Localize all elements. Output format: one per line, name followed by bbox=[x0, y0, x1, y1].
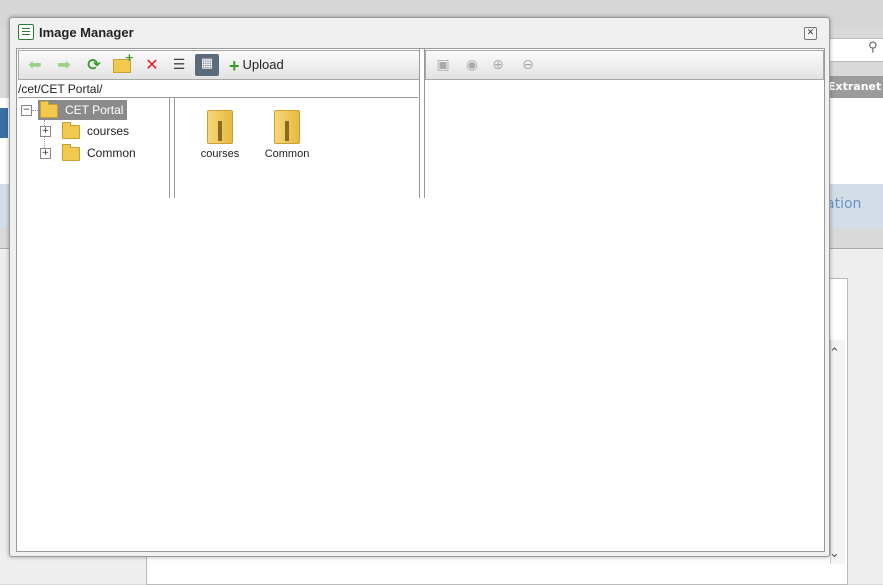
tree-item-label: CET Portal bbox=[65, 103, 124, 117]
actual-size-button[interactable]: ◉ bbox=[463, 56, 481, 74]
zoom-in-icon: ⊕ bbox=[492, 57, 504, 73]
background-nav-item: ation bbox=[826, 196, 862, 212]
delete-button[interactable]: ✕ bbox=[142, 55, 162, 75]
file-toolbar: ⬅ ➡ ⟳ + ✕ ☰ ▦ + Upload bbox=[18, 50, 420, 80]
new-folder-button[interactable]: + bbox=[112, 52, 134, 75]
tree-item-label: Common bbox=[87, 146, 136, 160]
forward-button[interactable]: ➡ bbox=[54, 55, 74, 75]
best-fit-button[interactable]: ▣ bbox=[434, 56, 452, 74]
grid-item-label: Common bbox=[264, 148, 310, 160]
zoom-out-button[interactable]: ⊖ bbox=[519, 56, 537, 74]
tree-item-courses[interactable]: courses bbox=[62, 121, 130, 140]
arrow-right-icon: ➡ bbox=[57, 55, 71, 74]
folder-icon bbox=[40, 100, 58, 118]
folder-icon bbox=[274, 110, 300, 144]
folder-icon bbox=[207, 110, 233, 144]
folder-tree: − CET Portal + courses + Common bbox=[18, 98, 170, 198]
grid-item-label: courses bbox=[200, 148, 240, 160]
plus-icon: + bbox=[229, 55, 240, 76]
zoom-in-button[interactable]: ⊕ bbox=[489, 56, 507, 74]
list-view-icon: ☰ bbox=[172, 57, 186, 73]
thumbnail-view-icon: ▦ bbox=[200, 56, 214, 71]
tree-item-label: courses bbox=[87, 124, 130, 138]
upload-label: Upload bbox=[242, 57, 284, 72]
tree-item-cet-portal[interactable]: CET Portal bbox=[38, 100, 128, 120]
refresh-button[interactable]: ⟳ bbox=[84, 55, 104, 75]
pane-divider-right bbox=[424, 49, 425, 198]
expand-toggle[interactable]: + bbox=[40, 126, 51, 137]
dialog-content: ⬅ ➡ ⟳ + ✕ ☰ ▦ + Upload ▣ ◉ ⊕ ⊖ /cet/CET … bbox=[16, 48, 825, 552]
folder-icon bbox=[62, 121, 80, 139]
preview-toolbar: ▣ ◉ ⊕ ⊖ bbox=[425, 50, 824, 80]
close-button[interactable]: ✕ bbox=[804, 27, 817, 40]
file-grid: courses Common bbox=[175, 98, 419, 198]
search-icon: ⚲ bbox=[868, 40, 878, 55]
dialog-title: Image Manager bbox=[39, 25, 134, 40]
fit-icon: ▣ bbox=[436, 57, 450, 73]
dialog-titlebar[interactable]: Image Manager ✕ bbox=[10, 18, 829, 46]
background-logo-fragment bbox=[0, 108, 8, 138]
delete-icon: ✕ bbox=[145, 55, 159, 74]
collapse-toggle[interactable]: − bbox=[21, 105, 32, 116]
grid-item-courses[interactable]: courses bbox=[190, 110, 250, 160]
background-scrollbar bbox=[830, 340, 845, 564]
back-button[interactable]: ⬅ bbox=[25, 55, 45, 75]
image-manager-icon bbox=[18, 24, 34, 40]
expand-toggle[interactable]: + bbox=[40, 148, 51, 159]
upload-button[interactable]: + Upload bbox=[229, 55, 284, 76]
grid-item-common[interactable]: Common bbox=[257, 110, 317, 160]
folder-icon bbox=[62, 143, 80, 161]
pane-divider[interactable] bbox=[419, 49, 420, 198]
actual-size-icon: ◉ bbox=[465, 57, 479, 73]
zoom-out-icon: ⊖ bbox=[522, 57, 534, 73]
tree-item-common[interactable]: Common bbox=[62, 143, 136, 162]
background-extranet-tab: Extranet bbox=[824, 76, 883, 98]
refresh-icon: ⟳ bbox=[87, 55, 101, 74]
new-folder-icon: + bbox=[113, 52, 134, 73]
chevron-up-icon: ⌃ bbox=[829, 346, 840, 361]
image-manager-dialog: Image Manager ✕ ⬅ ➡ ⟳ + ✕ ☰ ▦ + Upload ▣… bbox=[9, 17, 830, 557]
chevron-down-icon: ⌄ bbox=[829, 546, 840, 561]
arrow-left-icon: ⬅ bbox=[28, 55, 42, 74]
thumbnail-view-button[interactable]: ▦ bbox=[195, 54, 219, 76]
path-breadcrumb: /cet/CET Portal/ bbox=[18, 81, 418, 98]
list-view-button[interactable]: ☰ bbox=[169, 55, 189, 75]
